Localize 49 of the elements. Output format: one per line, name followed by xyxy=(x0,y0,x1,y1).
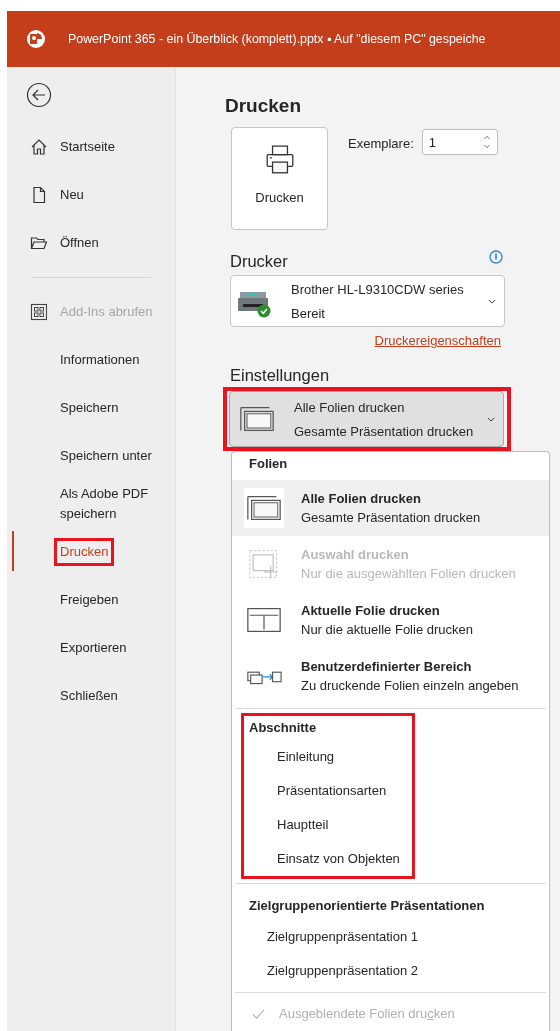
sidebar-item[interactable]: Neu xyxy=(60,184,84,206)
printer-dropdown[interactable]: Brother HL-L9310CDW series Bereit xyxy=(230,275,505,327)
section-heading: Drucker xyxy=(230,251,288,272)
info-icon[interactable] xyxy=(489,250,503,264)
app-logo-icon xyxy=(26,29,46,49)
menu-item[interactable]: Präsentationsarten xyxy=(244,774,412,808)
printer-name: Brother HL-L9310CDW series xyxy=(291,280,465,298)
slides-stack-icon xyxy=(238,404,276,434)
sidebar-item[interactable]: Als Adobe PDF speichern xyxy=(60,483,160,525)
grid-icon xyxy=(30,303,48,321)
page-heading: Drucken xyxy=(225,94,303,118)
menu-item[interactable]: Zielgruppenpräsentation 2 xyxy=(232,954,549,988)
menu-item[interactable]: Einleitung xyxy=(244,740,412,774)
printer-status: Bereit xyxy=(291,304,326,322)
sidebar-item[interactable]: Öffnen xyxy=(60,232,99,254)
sidebar-item[interactable]: Freigeben xyxy=(60,589,119,611)
copies-spinner[interactable]: 1 xyxy=(421,129,498,155)
slide-layout-icon xyxy=(245,605,283,635)
menu-section-heading: Zielgruppenorientierte Präsentationen xyxy=(248,897,486,915)
chevron-down-icon xyxy=(488,298,496,304)
dropdown-subtitle: Gesamte Präsentation drucken xyxy=(294,422,475,440)
sidebar-item[interactable]: Drucken xyxy=(60,541,109,563)
menu-item[interactable]: Benutzerdefinierter Bereich Zu druckende Folien einzeln angeben xyxy=(232,648,549,704)
menu-item[interactable]: Aktuelle Folie drucken Nur die aktuelle Folie drucken xyxy=(232,592,549,648)
menu-item[interactable]: Hauptteil xyxy=(244,808,412,842)
back-button[interactable] xyxy=(26,82,52,108)
copies-label: Exemplare: xyxy=(348,136,414,151)
sidebar-item[interactable]: Informationen xyxy=(60,349,140,371)
dropdown-title: Alle Folien drucken xyxy=(294,398,406,416)
printer-properties-link[interactable]: Druckereigenschaften xyxy=(374,333,501,348)
home-icon xyxy=(30,138,48,156)
menu-section-heading: Abschnitte xyxy=(248,719,318,737)
menu-item[interactable]: Alle Folien drucken Gesamte Präsentation drucken xyxy=(232,480,549,536)
sidebar-item[interactable]: Exportieren xyxy=(60,637,127,659)
window-title: PowerPoint 365 - ein Überblick (komplett).pptx ▪ Auf "diesem PC" gespeiche xyxy=(68,32,486,46)
sidebar-item[interactable]: Schließen xyxy=(60,685,118,707)
menu-section-heading: Folien xyxy=(248,455,289,473)
chevron-down-icon xyxy=(487,416,495,422)
menu-item[interactable]: Einsatz von Objekten xyxy=(244,842,412,876)
menu-item[interactable]: Zielgruppenpräsentation 1 xyxy=(232,920,549,954)
print-range-dropdown[interactable]: Alle Folien drucken Gesamte Präsentation drucken xyxy=(229,391,504,447)
sidebar-item[interactable]: Speichern unter xyxy=(60,445,152,467)
sidebar-item[interactable]: Speichern xyxy=(60,397,119,419)
slides-stack-icon xyxy=(245,493,283,523)
sidebar-item[interactable]: Startseite xyxy=(60,136,115,158)
document-icon xyxy=(30,186,48,204)
print-button[interactable]: Drucken xyxy=(231,127,328,230)
folder-icon xyxy=(30,234,48,252)
section-heading: Einstellungen xyxy=(230,365,331,386)
